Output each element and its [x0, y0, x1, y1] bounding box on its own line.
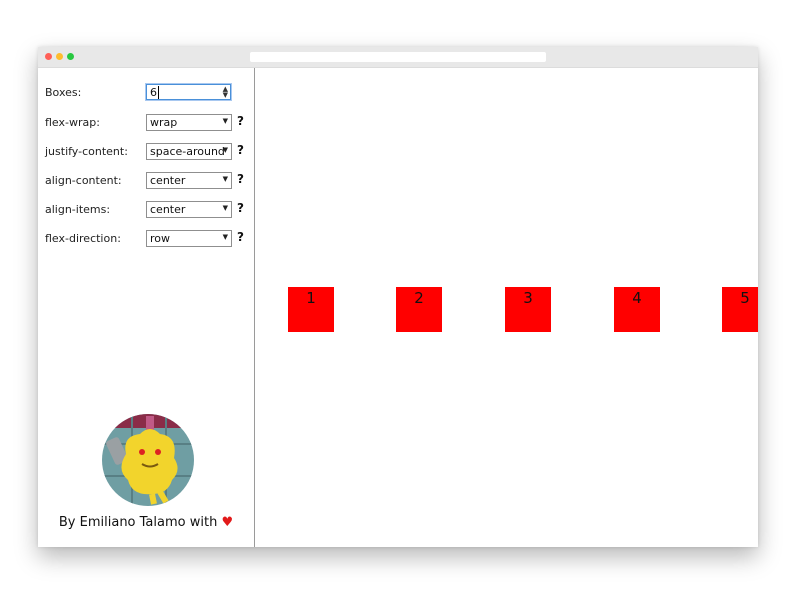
flex-box-2: 2 [396, 287, 442, 332]
align-items-value: center [150, 203, 186, 216]
flex-container-preview: 1 2 3 4 5 [255, 68, 758, 547]
justify-content-control: justify-content: space-around ▼ ? [45, 143, 249, 161]
justify-content-select[interactable]: space-around ▼ [146, 143, 232, 160]
flex-wrap-help-link[interactable]: ? [237, 114, 244, 128]
flex-box-1: 1 [288, 287, 334, 332]
align-content-help-link[interactable]: ? [237, 172, 244, 186]
minimize-window-icon[interactable] [56, 53, 63, 60]
align-items-label: align-items: [45, 203, 111, 216]
triangle-down-icon: ▼ [222, 117, 228, 125]
flex-wrap-value: wrap [150, 116, 178, 129]
close-window-icon[interactable] [45, 53, 52, 60]
triangle-down-icon: ▼ [222, 233, 228, 241]
triangle-down-icon: ▼ [222, 204, 228, 212]
triangle-down-icon: ▼ [222, 146, 228, 154]
flex-box-5: 5 [722, 287, 758, 332]
flex-box-4: 4 [614, 287, 660, 332]
flex-direction-control: flex-direction: row ▼ ? [45, 230, 249, 248]
author-avatar [102, 414, 194, 506]
spinner-icon[interactable]: ▲ ▼ [223, 86, 228, 99]
flex-direction-value: row [150, 232, 171, 245]
justify-content-label: justify-content: [45, 145, 128, 158]
flex-direction-select[interactable]: row ▼ [146, 230, 232, 247]
triangle-down-icon: ▼ [222, 175, 228, 183]
boxes-number-input[interactable]: 6 ▲ ▼ [146, 84, 231, 100]
flex-wrap-select[interactable]: wrap ▼ [146, 114, 232, 131]
credit-text: By Emiliano Talamo with [58, 515, 218, 530]
boxes-control: Boxes: 6 ▲ ▼ [45, 84, 249, 102]
align-content-label: align-content: [45, 174, 122, 187]
align-content-select[interactable]: center ▼ [146, 172, 232, 189]
align-items-control: align-items: center ▼ ? [45, 201, 249, 219]
flex-wrap-control: flex-wrap: wrap ▼ ? [45, 114, 249, 132]
monster-illustration [102, 414, 194, 506]
align-items-select[interactable]: center ▼ [146, 201, 232, 218]
flex-box-3: 3 [505, 287, 551, 332]
align-content-control: align-content: center ▼ ? [45, 172, 249, 190]
boxes-label: Boxes: [45, 86, 82, 99]
align-items-help-link[interactable]: ? [237, 201, 244, 215]
flex-direction-help-link[interactable]: ? [237, 230, 244, 244]
flex-wrap-label: flex-wrap: [45, 116, 100, 129]
justify-content-value: space-around [150, 145, 225, 158]
controls-sidebar: Boxes: 6 ▲ ▼ flex-wrap: wrap ▼ ? justify-… [38, 68, 255, 547]
title-bar [38, 47, 758, 68]
justify-content-help-link[interactable]: ? [237, 143, 244, 157]
browser-window: Boxes: 6 ▲ ▼ flex-wrap: wrap ▼ ? justify-… [38, 47, 758, 547]
address-bar[interactable] [250, 52, 546, 62]
flex-direction-label: flex-direction: [45, 232, 121, 245]
maximize-window-icon[interactable] [67, 53, 74, 60]
author-credit: By Emiliano Talamo with ♥ [38, 515, 254, 530]
heart-icon: ♥ [221, 515, 234, 530]
align-content-value: center [150, 174, 186, 187]
boxes-value: 6 [150, 86, 157, 99]
